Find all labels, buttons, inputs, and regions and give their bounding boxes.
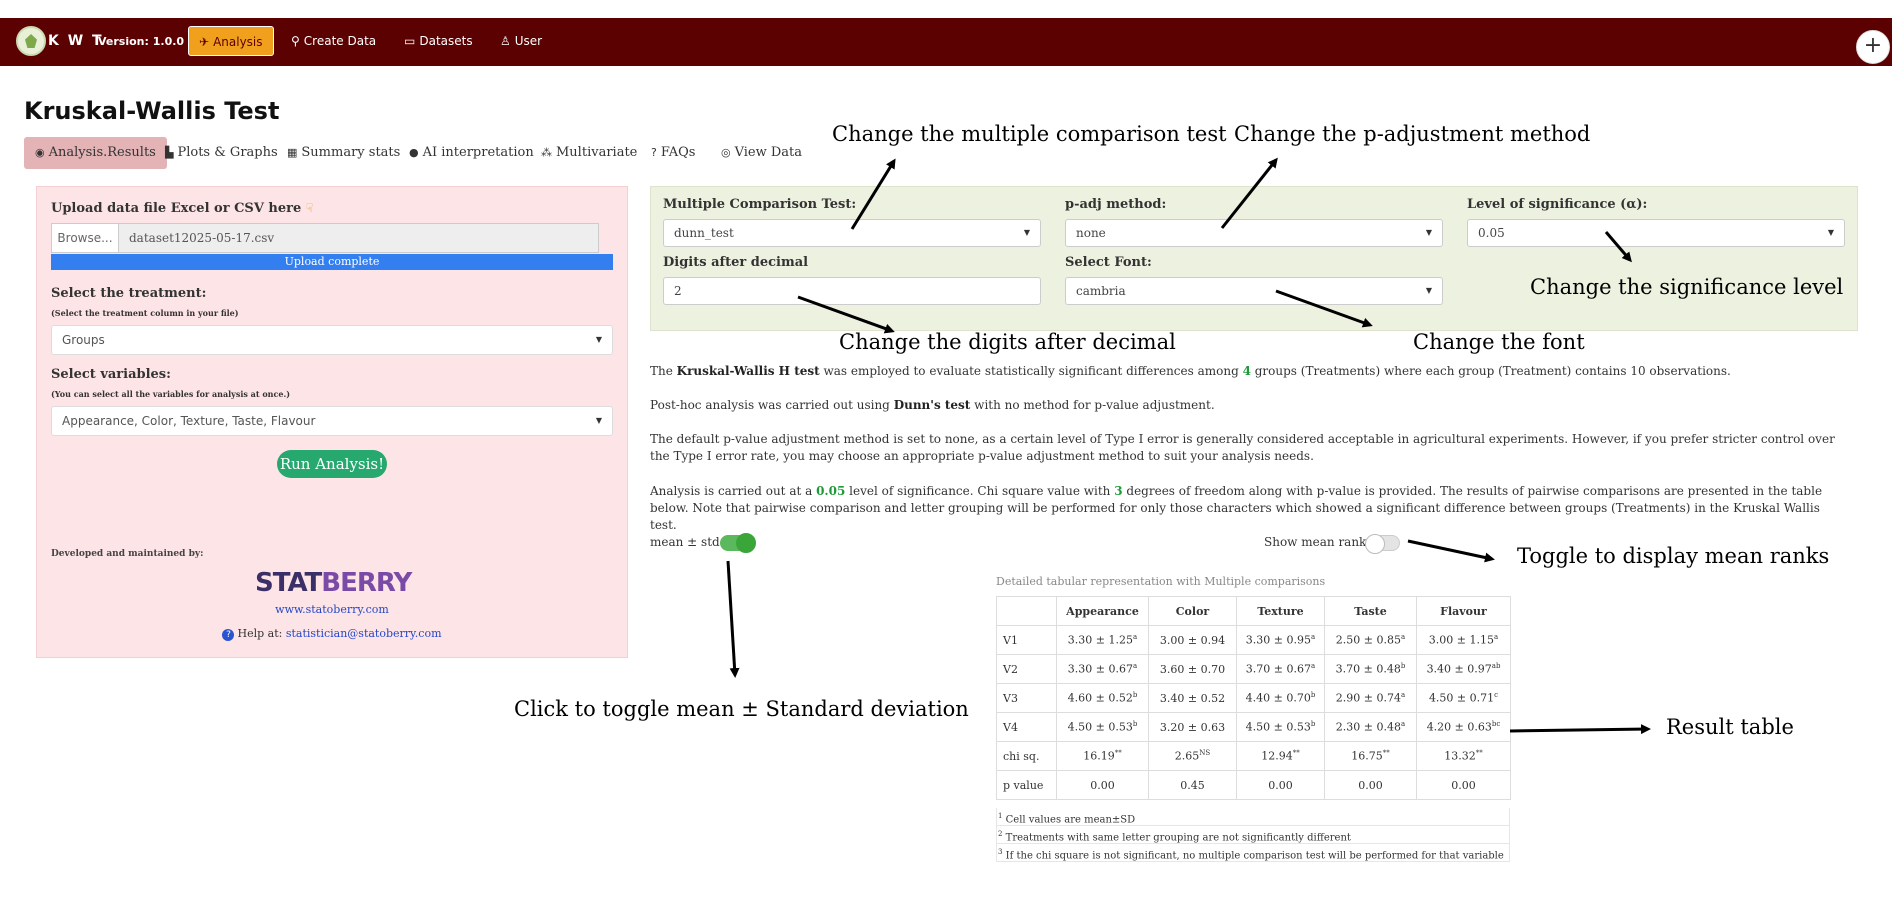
arrow-digits xyxy=(797,295,895,334)
annotation-arrows xyxy=(726,157,1651,735)
arrow-font xyxy=(1275,289,1373,328)
arrow-mean-std xyxy=(726,560,740,678)
arrow-mct xyxy=(850,158,896,230)
arrow-padj xyxy=(1220,157,1278,229)
arrow-result-table xyxy=(1509,724,1651,735)
arrow-significance xyxy=(1604,231,1632,263)
arrow-mean-ranks xyxy=(1407,539,1495,563)
